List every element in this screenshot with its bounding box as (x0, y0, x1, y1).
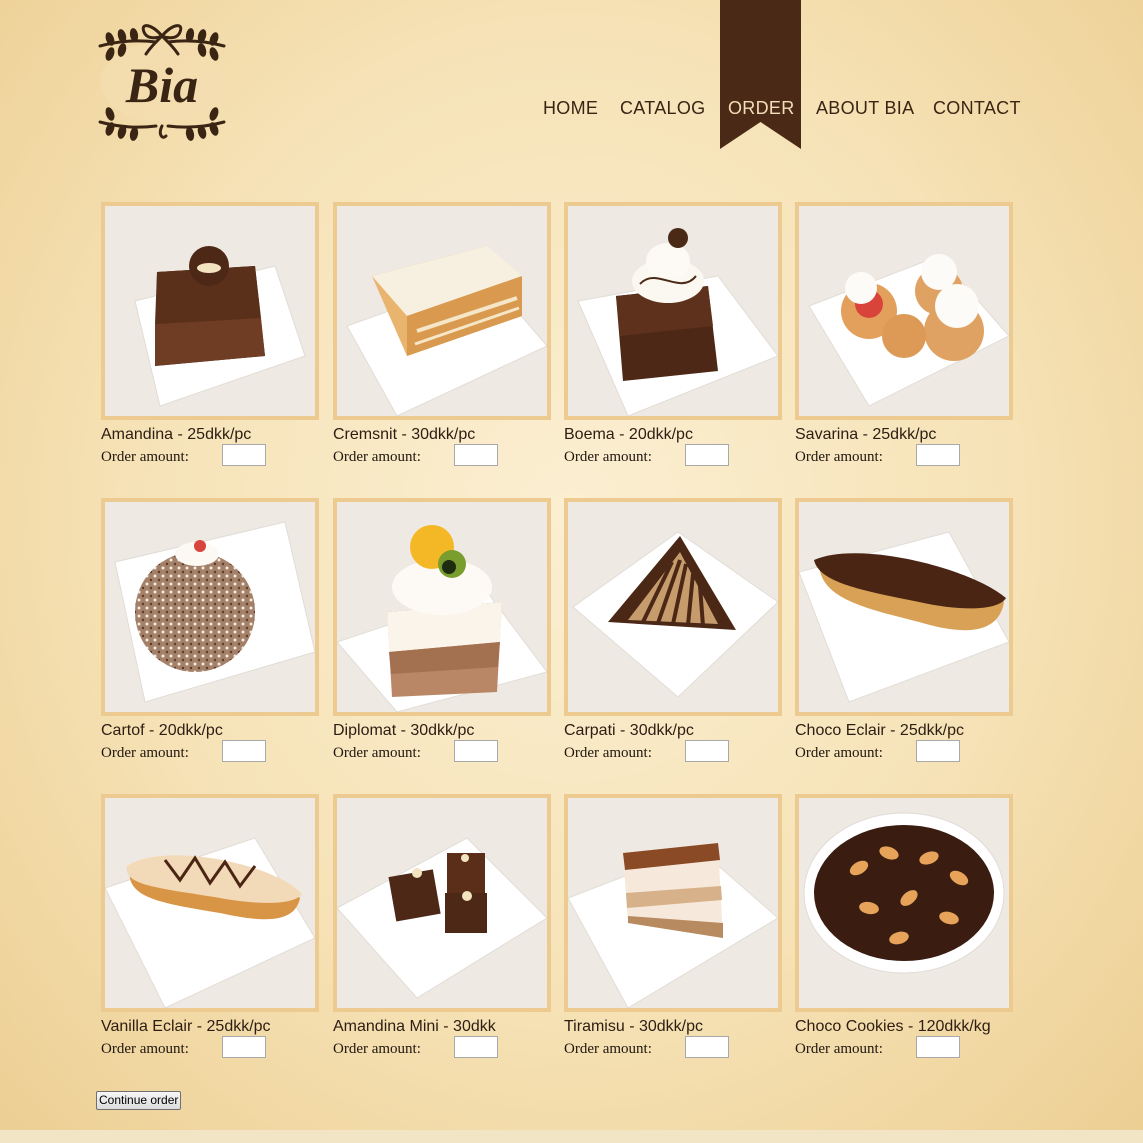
order-amount-label: Order amount: (101, 745, 189, 761)
product-title: Cartof - 20dkk/pc (101, 722, 223, 739)
order-amount-input[interactable] (916, 444, 960, 466)
product-image-choco-eclair[interactable] (795, 498, 1013, 716)
nav-contact[interactable]: CONTACT (933, 98, 1021, 119)
product-image-amandina-mini[interactable] (333, 794, 551, 1012)
order-amount-label: Order amount: (564, 449, 652, 465)
order-amount-input[interactable] (916, 1036, 960, 1058)
order-amount-input[interactable] (916, 740, 960, 762)
nav-catalog[interactable]: CATALOG (620, 98, 705, 119)
product-title: Amandina - 25dkk/pc (101, 426, 252, 443)
order-amount-input[interactable] (685, 740, 729, 762)
product-image-cremsnit[interactable] (333, 202, 551, 420)
order-amount-input[interactable] (222, 740, 266, 762)
order-amount-label: Order amount: (101, 1041, 189, 1057)
product-title: Vanilla Eclair - 25dkk/pc (101, 1018, 271, 1035)
nav-home[interactable]: HOME (543, 98, 598, 119)
order-amount-label: Order amount: (564, 1041, 652, 1057)
order-amount-input[interactable] (454, 740, 498, 762)
order-amount-label: Order amount: (333, 1041, 421, 1057)
product-image-choco-cookies[interactable] (795, 794, 1013, 1012)
product-image-diplomat[interactable] (333, 498, 551, 716)
product-title: Choco Eclair - 25dkk/pc (795, 722, 964, 739)
product-title: Choco Cookies - 120dkk/kg (795, 1018, 991, 1035)
footer-strip (0, 1130, 1143, 1143)
product-title: Tiramisu - 30dkk/pc (564, 1018, 703, 1035)
product-image-vanilla-eclair[interactable] (101, 794, 319, 1012)
product-image-tiramisu[interactable] (564, 794, 782, 1012)
product-title: Boema - 20dkk/pc (564, 426, 693, 443)
order-amount-input[interactable] (454, 1036, 498, 1058)
product-image-savarina[interactable] (795, 202, 1013, 420)
order-amount-label: Order amount: (795, 1041, 883, 1057)
order-amount-input[interactable] (222, 1036, 266, 1058)
order-amount-label: Order amount: (101, 449, 189, 465)
order-amount-label: Order amount: (333, 449, 421, 465)
order-amount-input[interactable] (685, 1036, 729, 1058)
order-amount-input[interactable] (454, 444, 498, 466)
order-amount-input[interactable] (685, 444, 729, 466)
product-image-amandina[interactable] (101, 202, 319, 420)
product-title: Savarina - 25dkk/pc (795, 426, 937, 443)
product-title: Diplomat - 30dkk/pc (333, 722, 475, 739)
active-nav-ribbon (720, 0, 801, 150)
product-image-cartof[interactable] (101, 498, 319, 716)
main-nav: HOME CATALOG ORDER ABOUT BIA CONTACT (0, 0, 1143, 160)
order-amount-label: Order amount: (564, 745, 652, 761)
nav-order[interactable]: ORDER (728, 98, 795, 119)
product-title: Amandina Mini - 30dkk (333, 1018, 496, 1035)
nav-about-bia[interactable]: ABOUT BIA (816, 98, 914, 119)
continue-order-button[interactable]: Continue order (96, 1091, 182, 1110)
order-amount-label: Order amount: (795, 449, 883, 465)
order-amount-input[interactable] (222, 444, 266, 466)
product-title: Carpati - 30dkk/pc (564, 722, 694, 739)
product-image-carpati[interactable] (564, 498, 782, 716)
product-image-boema[interactable] (564, 202, 782, 420)
order-amount-label: Order amount: (333, 745, 421, 761)
product-title: Cremsnit - 30dkk/pc (333, 426, 476, 443)
order-amount-label: Order amount: (795, 745, 883, 761)
